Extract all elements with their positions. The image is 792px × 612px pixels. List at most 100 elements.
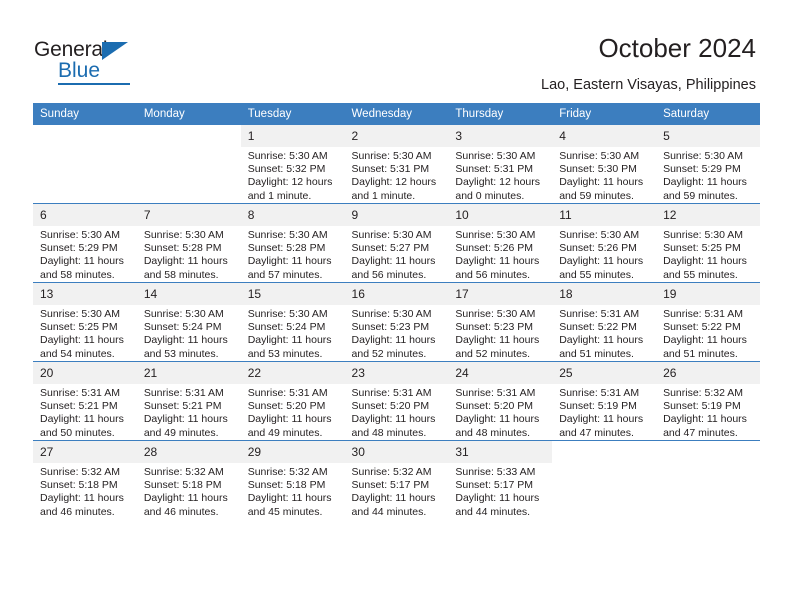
calendar-header-row: Sunday Monday Tuesday Wednesday Thursday… [33,103,760,125]
calendar-day-cell: 26 Sunrise: 5:32 AM Sunset: 5:19 PM Dayligh… [656,361,760,441]
day-number: 24 [448,362,553,384]
calendar-day-cell: 15 Sunrise: 5:30 AM Sunset: 5:24 PM Dayligh… [240,282,345,362]
sunset-text: Sunset: 5:23 PM [351,321,430,334]
daylight-text: Daylight: 11 hours and 58 minutes. [143,255,228,281]
calendar-day-cell: 11 Sunrise: 5:30 AM Sunset: 5:26 PM Dayligh… [552,203,657,283]
sunset-text: Sunset: 5:18 PM [247,479,326,492]
day-number: 6 [33,204,137,226]
day-sun-info: Sunrise: 5:31 AM Sunset: 5:19 PM Daylight:… [552,384,656,440]
sunset-text: Sunset: 5:20 PM [247,400,326,413]
daylight-text: Daylight: 11 hours and 44 minutes. [455,492,540,518]
day-cell: 26 Sunrise: 5:32 AM Sunset: 5:19 PM Dayligh… [656,362,760,440]
day-sun-info: Sunrise: 5:30 AM Sunset: 5:29 PM Daylight:… [33,226,137,282]
day-cell: 23 Sunrise: 5:31 AM Sunset: 5:20 PM Dayligh… [344,362,449,440]
day-number: 16 [344,283,449,305]
day-sun-info: Sunrise: 5:31 AM Sunset: 5:20 PM Daylight:… [345,384,449,440]
page-title: October 2024 [598,33,756,63]
daylight-text: Daylight: 12 hours and 1 minute. [351,176,437,202]
calendar-day-cell: 4 Sunrise: 5:30 AM Sunset: 5:30 PM Daylight… [552,125,657,204]
sunrise-text: Sunrise: 5:30 AM [247,229,328,241]
sunrise-text: Sunrise: 5:30 AM [455,229,536,241]
day-cell: 30 Sunrise: 5:32 AM Sunset: 5:17 PM Dayligh… [344,441,449,519]
day-number: 11 [552,204,657,226]
daylight-text: Daylight: 11 hours and 49 minutes. [247,413,332,439]
calendar-table: Sunday Monday Tuesday Wednesday Thursday… [33,103,760,519]
day-number: 20 [33,362,137,384]
sunset-text: Sunset: 5:25 PM [663,242,741,255]
sunrise-text: Sunrise: 5:32 AM [247,466,328,478]
day-number: 14 [136,283,241,305]
day-cell: 27 Sunrise: 5:32 AM Sunset: 5:18 PM Dayligh… [33,441,137,519]
day-number: 29 [240,441,345,463]
day-cell: 17 Sunrise: 5:30 AM Sunset: 5:23 PM Dayligh… [448,283,553,361]
day-cell: 2 Sunrise: 5:30 AM Sunset: 5:31 PM Daylight… [344,125,449,203]
day-sun-info: Sunrise: 5:31 AM Sunset: 5:22 PM Daylight:… [656,305,760,361]
day-cell: 22 Sunrise: 5:31 AM Sunset: 5:20 PM Dayligh… [240,362,345,440]
calendar-day-cell: 30 Sunrise: 5:32 AM Sunset: 5:17 PM Dayligh… [344,440,449,519]
day-cell: 29 Sunrise: 5:32 AM Sunset: 5:18 PM Dayligh… [240,441,345,519]
daylight-text: Daylight: 11 hours and 55 minutes. [663,255,747,281]
day-cell: 28 Sunrise: 5:32 AM Sunset: 5:18 PM Dayligh… [136,441,241,519]
day-number: 26 [656,362,760,384]
calendar-week-row: 6 Sunrise: 5:30 AM Sunset: 5:29 PM Daylight… [33,203,760,283]
day-number: 31 [448,441,553,463]
day-number [33,125,137,147]
calendar-day-cell: 16 Sunrise: 5:30 AM Sunset: 5:23 PM Dayligh… [344,282,449,362]
daylight-text: Daylight: 11 hours and 47 minutes. [663,413,747,439]
day-number: 13 [33,283,137,305]
sunrise-text: Sunrise: 5:32 AM [40,466,120,478]
day-sun-info: Sunrise: 5:32 AM Sunset: 5:18 PM Daylight:… [137,463,241,519]
day-sun-info: Sunrise: 5:30 AM Sunset: 5:28 PM Daylight:… [137,226,241,282]
day-cell: 11 Sunrise: 5:30 AM Sunset: 5:26 PM Dayligh… [552,204,657,282]
sunrise-text: Sunrise: 5:30 AM [559,229,640,241]
day-cell-empty [656,441,760,519]
calendar-day-cell [656,440,760,519]
calendar-day-cell: 21 Sunrise: 5:31 AM Sunset: 5:21 PM Dayligh… [136,361,241,441]
calendar-week-row: 27 Sunrise: 5:32 AM Sunset: 5:18 PM Dayligh… [33,440,760,519]
day-sun-info: Sunrise: 5:33 AM Sunset: 5:17 PM Daylight:… [448,463,552,519]
calendar-page: General Blue October 2024 Lao, Eastern V… [0,0,792,612]
sunrise-text: Sunrise: 5:30 AM [247,150,328,162]
weekday-header-monday: Monday [136,103,241,125]
day-cell: 5 Sunrise: 5:30 AM Sunset: 5:29 PM Daylight… [656,125,760,203]
sunset-text: Sunset: 5:20 PM [351,400,430,413]
daylight-text: Daylight: 11 hours and 52 minutes. [351,334,436,360]
day-sun-info: Sunrise: 5:30 AM Sunset: 5:26 PM Daylight:… [552,226,656,282]
daylight-text: Daylight: 11 hours and 55 minutes. [559,255,644,281]
daylight-text: Daylight: 11 hours and 56 minutes. [455,255,540,281]
calendar-body: 1 Sunrise: 5:30 AM Sunset: 5:32 PM Daylight… [33,125,760,519]
sunrise-text: Sunrise: 5:31 AM [247,387,328,399]
day-cell-empty [137,125,241,203]
sunrise-text: Sunrise: 5:31 AM [663,308,744,320]
calendar-grid: Sunday Monday Tuesday Wednesday Thursday… [33,103,760,519]
calendar-day-cell: 22 Sunrise: 5:31 AM Sunset: 5:20 PM Dayligh… [240,361,345,441]
daylight-text: Daylight: 11 hours and 59 minutes. [663,176,747,202]
day-number: 15 [240,283,345,305]
daylight-text: Daylight: 12 hours and 1 minute. [247,176,333,202]
day-number: 27 [33,441,137,463]
sunset-text: Sunset: 5:22 PM [559,321,637,334]
sunset-text: Sunset: 5:21 PM [40,400,118,413]
logo-text-general: General [34,38,108,61]
day-number: 19 [656,283,760,305]
general-blue-logo: General Blue [34,38,164,86]
calendar-day-cell [33,125,137,204]
sunrise-text: Sunrise: 5:30 AM [247,308,328,320]
sunrise-text: Sunrise: 5:30 AM [40,308,120,320]
calendar-day-cell: 17 Sunrise: 5:30 AM Sunset: 5:23 PM Dayligh… [448,282,553,362]
weekday-header-saturday: Saturday [656,103,760,125]
day-number [552,441,656,463]
daylight-text: Daylight: 11 hours and 45 minutes. [247,492,332,518]
day-sun-info: Sunrise: 5:30 AM Sunset: 5:29 PM Daylight:… [656,147,760,203]
daylight-text: Daylight: 11 hours and 49 minutes. [143,413,228,439]
daylight-text: Daylight: 11 hours and 48 minutes. [351,413,436,439]
daylight-text: Daylight: 11 hours and 48 minutes. [455,413,540,439]
daylight-text: Daylight: 12 hours and 0 minutes. [455,176,541,202]
day-sun-info: Sunrise: 5:30 AM Sunset: 5:30 PM Daylight:… [552,147,656,203]
day-number: 25 [552,362,657,384]
sunset-text: Sunset: 5:26 PM [455,242,534,255]
page-header: General Blue October 2024 Lao, Eastern V… [0,0,792,103]
calendar-day-cell [552,440,657,519]
sunset-text: Sunset: 5:31 PM [455,163,534,176]
sunset-text: Sunset: 5:29 PM [40,242,118,255]
